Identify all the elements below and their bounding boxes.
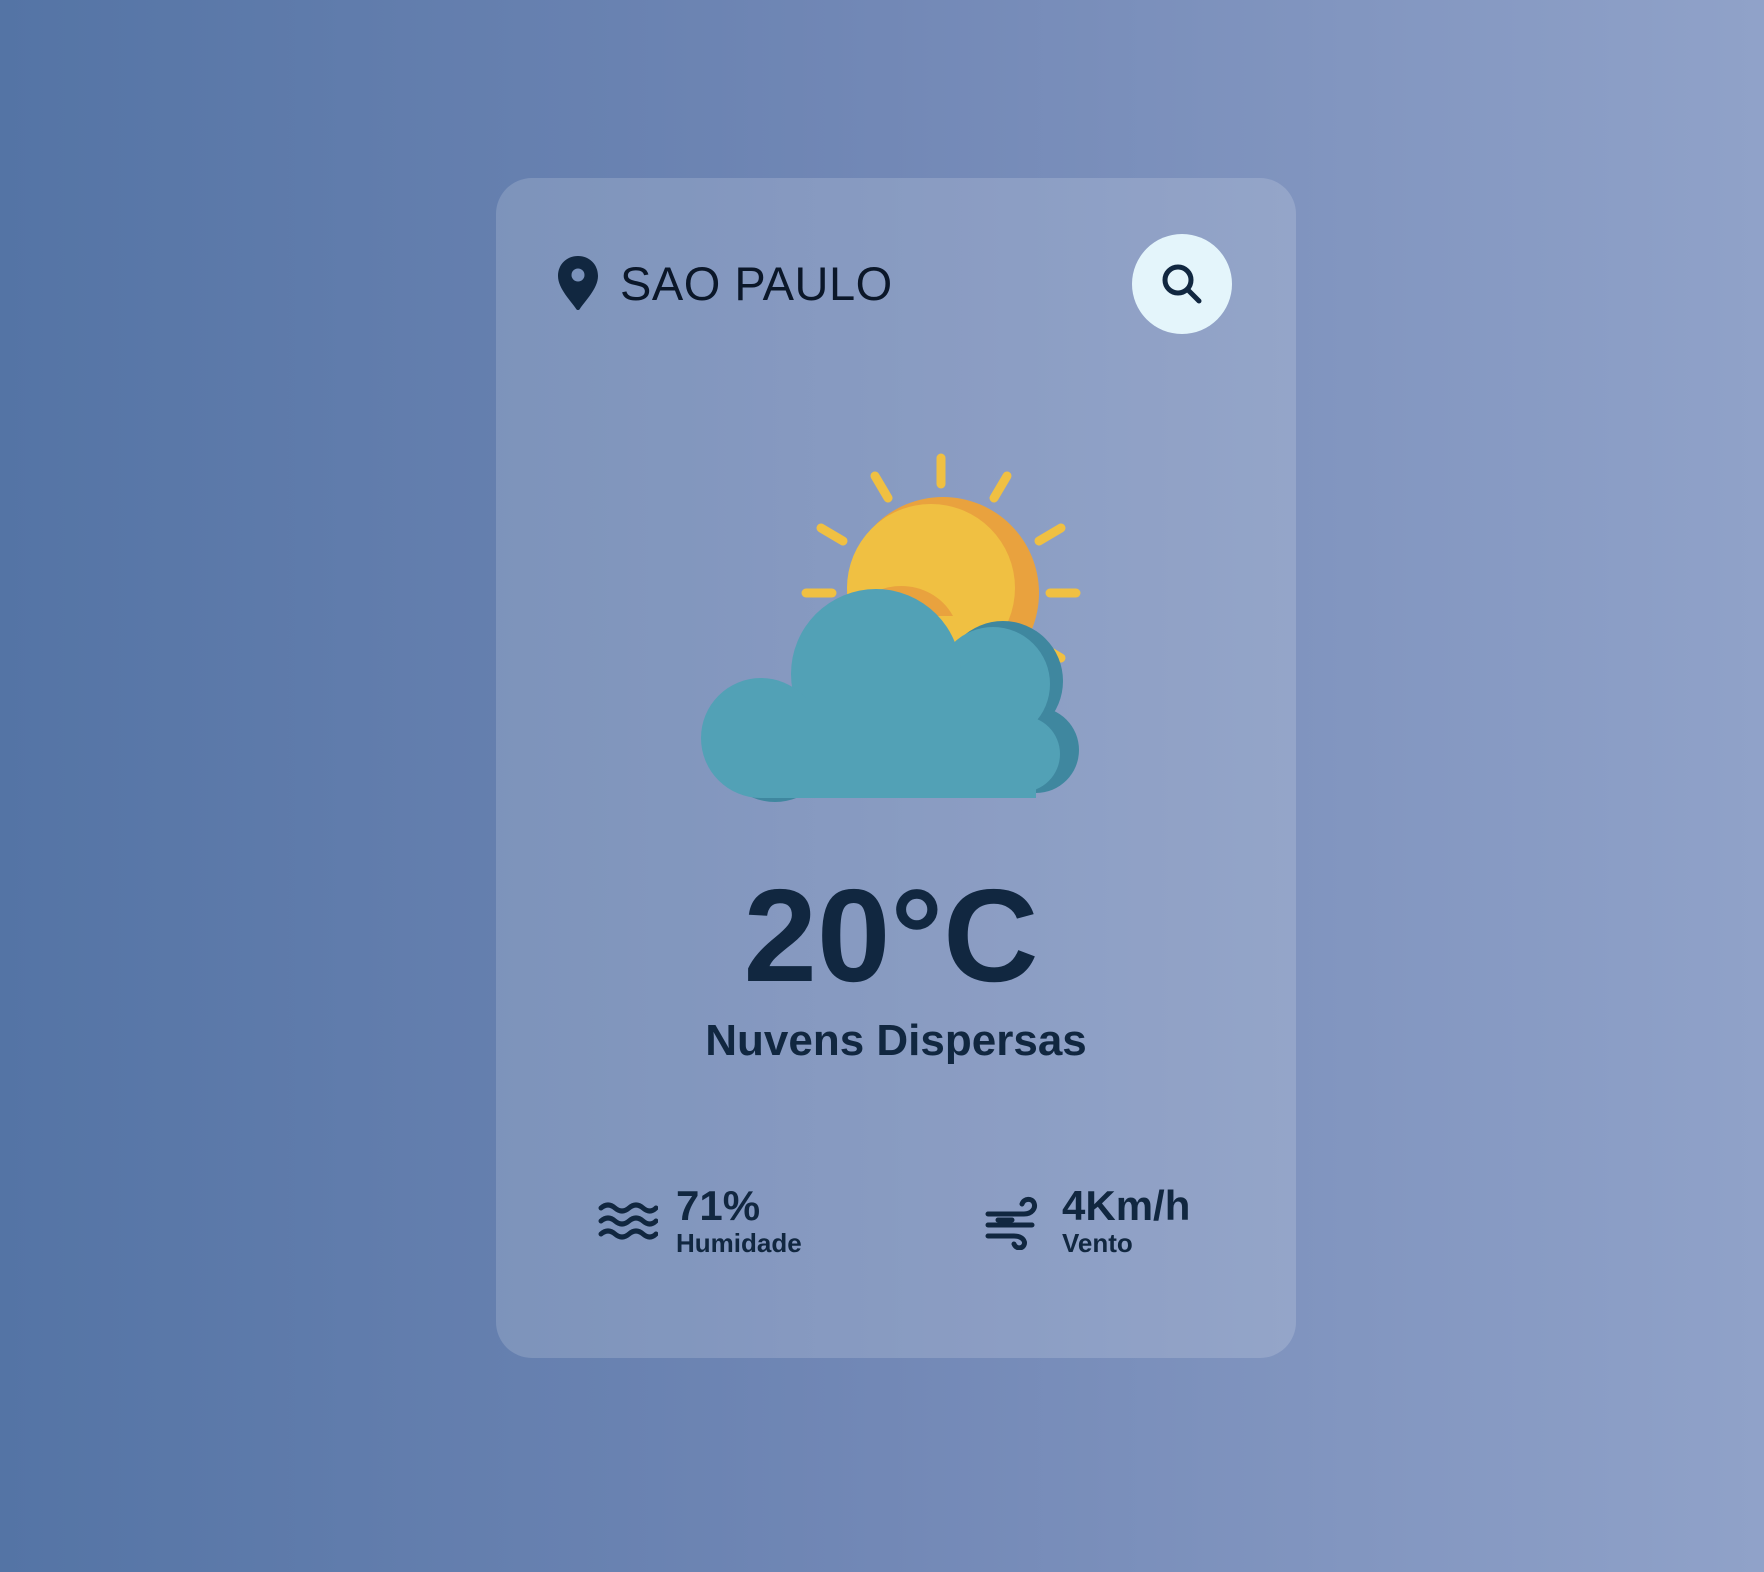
map-pin-icon bbox=[556, 254, 600, 312]
wind-label: Vento bbox=[1062, 1228, 1133, 1259]
city-name: SAO PAULO bbox=[620, 256, 893, 310]
search-icon bbox=[1162, 264, 1202, 304]
wind-stat: 4Km/h Vento bbox=[984, 1182, 1191, 1259]
weather-card: SAO PAULO 20°C Nuvens Dispersas 71% Humi… bbox=[496, 178, 1296, 1358]
weather-description: Nuvens Dispersas bbox=[705, 1016, 1087, 1065]
humidity-label: Humidade bbox=[676, 1228, 802, 1259]
wind-icon bbox=[984, 1194, 1044, 1250]
location-header: SAO PAULO bbox=[556, 254, 893, 312]
humidity-value: 71% bbox=[676, 1182, 761, 1229]
water-waves-icon bbox=[598, 1194, 658, 1250]
search-button[interactable] bbox=[1132, 234, 1232, 334]
humidity-stat: 71% Humidade bbox=[598, 1182, 802, 1259]
wind-value: 4Km/h bbox=[1062, 1182, 1191, 1229]
partly-cloudy-icon bbox=[691, 448, 1091, 818]
temperature: 20°C bbox=[743, 862, 1039, 1009]
